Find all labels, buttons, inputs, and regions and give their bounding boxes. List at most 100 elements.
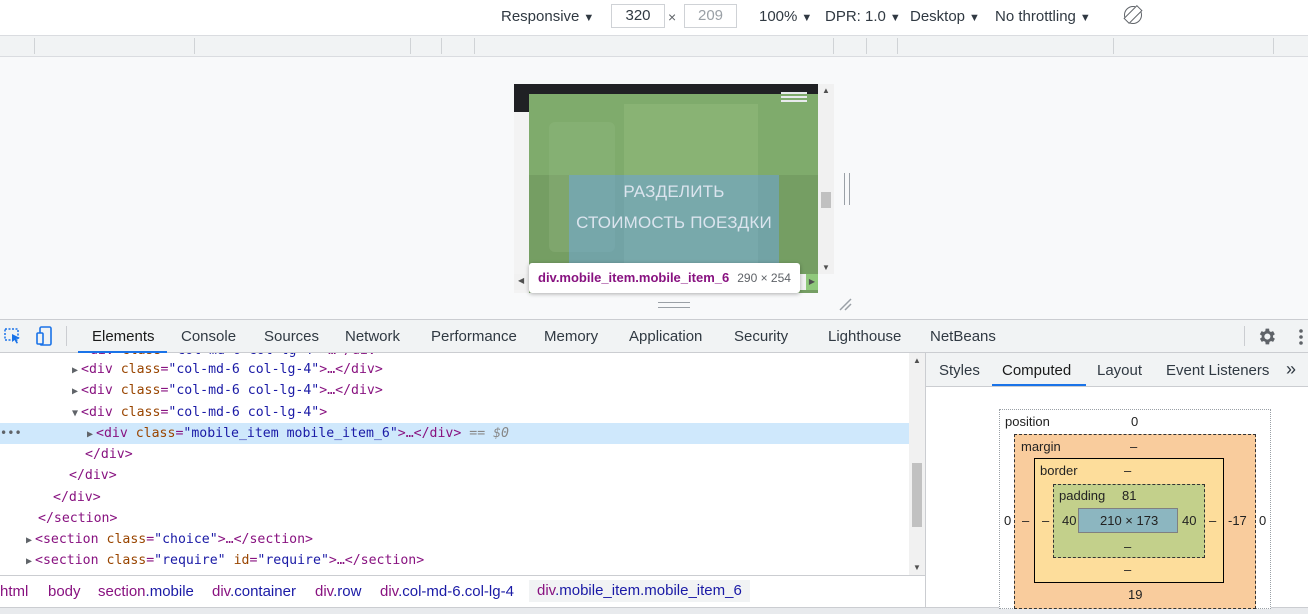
width-input[interactable]: 320 — [611, 4, 665, 28]
padding-right-value[interactable]: 40 — [1182, 513, 1196, 528]
toolbar-divider — [66, 326, 67, 346]
tab-console[interactable]: Console — [181, 328, 236, 345]
crumb-div-container[interactable]: div.container — [212, 583, 296, 600]
expand-triangle-icon[interactable]: ▶ — [87, 429, 93, 440]
dom-line[interactable]: </section> — [38, 508, 117, 529]
emulated-viewport: РАЗДЕЛИТЬ СТОИМОСТЬ ПОЕЗДКИ ▲ ▼ ◀ ▶ div.… — [0, 57, 1308, 319]
devtools-main-toolbar: Elements Console Sources Network Perform… — [0, 319, 1308, 353]
zoom-label: 100% — [759, 8, 798, 25]
scroll-thumb[interactable] — [912, 463, 922, 527]
page-heading: РАЗДЕЛИТЬ СТОИМОСТЬ ПОЕЗДКИ — [569, 176, 779, 238]
padding-top-value[interactable]: 81 — [1122, 488, 1136, 503]
crumb-body[interactable]: body — [48, 583, 81, 600]
scroll-up-icon[interactable]: ▲ — [822, 86, 830, 95]
mode-select[interactable]: Desktop ▼ — [910, 8, 980, 25]
margin-left-value[interactable]: – — [1022, 513, 1029, 528]
more-tabs-icon[interactable]: » — [1286, 359, 1296, 380]
node-actions-icon[interactable]: ••• — [0, 423, 22, 444]
resize-corner-handle[interactable] — [838, 297, 852, 311]
device-vertical-scrollbar[interactable]: ▲ ▼ — [818, 84, 834, 274]
tab-lighthouse[interactable]: Lighthouse — [828, 328, 901, 345]
scroll-up-icon[interactable]: ▲ — [913, 356, 921, 365]
tab-memory[interactable]: Memory — [544, 328, 598, 345]
scroll-thumb[interactable] — [821, 192, 831, 208]
rotate-icon[interactable] — [1124, 6, 1142, 24]
device-frame[interactable]: РАЗДЕЛИТЬ СТОИМОСТЬ ПОЕЗДКИ — [514, 84, 818, 293]
margin-bottom-value[interactable]: 19 — [1128, 587, 1142, 602]
dom-scrollbar[interactable]: ▲ ▼ — [909, 353, 925, 575]
dom-line[interactable]: ▶ <div class="col-md-6 col-lg-4">…</div> — [72, 359, 383, 380]
crumb-section-mobile[interactable]: section.mobile — [98, 583, 194, 600]
border-left-value[interactable]: – — [1042, 513, 1049, 528]
breadcrumb: html body section.mobile div.container d… — [0, 575, 925, 607]
ruler-tick — [833, 38, 834, 54]
scroll-down-icon[interactable]: ▼ — [913, 563, 921, 572]
padding-bottom-value[interactable]: – — [1124, 539, 1131, 554]
heading-line-1: РАЗДЕЛИТЬ — [623, 182, 725, 201]
expand-triangle-icon[interactable]: ▶ — [72, 386, 78, 397]
border-label: border — [1040, 463, 1078, 478]
crumb-div-col[interactable]: div.col-md-6.col-lg-4 — [380, 583, 514, 600]
scroll-down-icon[interactable]: ▼ — [822, 263, 830, 272]
height-input[interactable]: 209 — [684, 4, 737, 28]
resize-height-handle[interactable] — [658, 302, 690, 308]
expand-triangle-icon[interactable]: ▶ — [26, 556, 32, 567]
device-select[interactable]: Responsive ▼ — [501, 8, 594, 25]
dom-tree[interactable]: <div class="col-md-6 col-lg-4">…</div> ▶… — [0, 353, 925, 575]
dom-line[interactable]: ▶ <div class="col-md-6 col-lg-4">…</div> — [72, 380, 383, 401]
expand-triangle-icon[interactable]: ▶ — [72, 365, 78, 376]
dom-line[interactable]: ▼ <div class="col-md-6 col-lg-4"> — [72, 402, 327, 423]
tab-application[interactable]: Application — [629, 328, 702, 345]
tab-styles[interactable]: Styles — [939, 362, 980, 379]
gear-icon[interactable] — [1256, 326, 1277, 347]
inspect-element-icon[interactable] — [4, 328, 22, 344]
position-top-value[interactable]: 0 — [1131, 414, 1138, 429]
dom-line[interactable]: </div> — [69, 465, 117, 486]
crumb-div-mobile-item[interactable]: div.mobile_item.mobile_item_6 — [529, 580, 750, 602]
menu-icon[interactable] — [781, 92, 807, 102]
ruler-tick — [34, 38, 35, 54]
device-toggle-icon[interactable] — [36, 326, 54, 346]
throttling-select[interactable]: No throttling ▼ — [995, 8, 1091, 25]
resize-width-handle[interactable] — [844, 173, 850, 205]
margin-right-value[interactable]: -17 — [1228, 513, 1247, 528]
tooltip-selector: div.mobile_item.mobile_item_6 — [538, 270, 730, 285]
collapse-triangle-icon[interactable]: ▼ — [72, 408, 78, 419]
content-size-value[interactable]: 210 × 173 — [1100, 513, 1158, 528]
expand-triangle-icon[interactable]: ▶ — [26, 535, 32, 546]
more-options-icon[interactable] — [1298, 328, 1304, 346]
dom-line[interactable]: ▶ <section class="require" id="require">…… — [26, 550, 424, 571]
dom-line[interactable]: </div> — [85, 444, 133, 465]
border-bottom-value[interactable]: – — [1124, 562, 1131, 577]
dom-line-selected[interactable]: ••• ▶ <div class="mobile_item mobile_item… — [0, 423, 909, 444]
position-right-value[interactable]: 0 — [1259, 513, 1266, 528]
position-label: position — [1005, 414, 1050, 429]
chevron-down-icon: ▼ — [889, 12, 901, 24]
position-left-value[interactable]: 0 — [1004, 513, 1011, 528]
scroll-right-icon[interactable]: ▶ — [806, 274, 818, 290]
dpr-select[interactable]: DPR: 1.0 ▼ — [825, 8, 901, 25]
crumb-div-row[interactable]: div.row — [315, 583, 361, 600]
chevron-down-icon: ▼ — [969, 12, 980, 24]
border-top-value[interactable]: – — [1124, 463, 1131, 478]
tab-performance[interactable]: Performance — [431, 328, 517, 345]
scroll-left-icon[interactable]: ◀ — [518, 276, 524, 285]
dom-line[interactable]: </div> — [53, 487, 101, 508]
border-right-value[interactable]: – — [1209, 513, 1216, 528]
tab-sources[interactable]: Sources — [264, 328, 319, 345]
padding-left-value[interactable]: 40 — [1062, 513, 1076, 528]
tab-event-listeners[interactable]: Event Listeners — [1166, 362, 1269, 379]
tab-security[interactable]: Security — [734, 328, 788, 345]
dom-line[interactable]: ▶ <section class="choice">…</section> — [26, 529, 313, 550]
chevron-down-icon: ▼ — [583, 12, 595, 24]
styles-sidebar: Styles Computed Layout Event Listeners »… — [925, 353, 1308, 609]
crumb-html[interactable]: html — [0, 583, 28, 600]
tab-layout[interactable]: Layout — [1097, 362, 1142, 379]
tab-network[interactable]: Network — [345, 328, 400, 345]
margin-top-value[interactable]: – — [1130, 439, 1137, 454]
tab-computed[interactable]: Computed — [1002, 362, 1071, 379]
zoom-select[interactable]: 100% ▼ — [759, 8, 812, 25]
tab-netbeans[interactable]: NetBeans — [930, 328, 996, 345]
media-query-ruler[interactable] — [0, 35, 1308, 57]
tab-elements[interactable]: Elements — [92, 328, 155, 345]
